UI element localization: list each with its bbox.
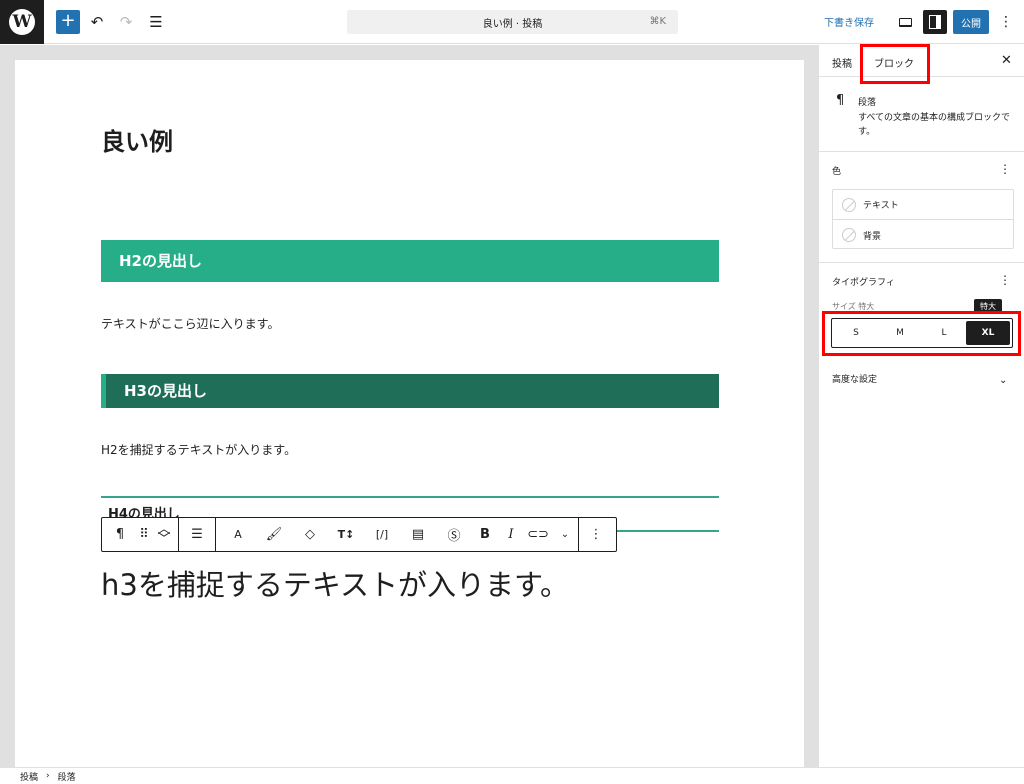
highlight-size-picker: [822, 311, 1021, 356]
highlight-brush-icon[interactable]: 🖌: [256, 518, 292, 551]
more-formats-chevron-icon[interactable]: ⌄: [552, 518, 578, 551]
block-toolbar-group-options: ⋮: [579, 518, 613, 551]
command-palette[interactable]: 良い例 · 投稿 ⌘K: [347, 10, 678, 34]
inline-code-icon[interactable]: [/]: [364, 518, 400, 551]
save-draft-button[interactable]: 下書き保存: [824, 14, 874, 29]
color-text-label: テキスト: [863, 201, 899, 211]
settings-toggle-button[interactable]: [923, 10, 947, 34]
typography-section-title[interactable]: タイポグラフィ: [832, 275, 895, 288]
block-card-description: すべての文章の基本の構成ブロックです。: [858, 113, 1011, 137]
advanced-settings-title[interactable]: 高度な設定: [832, 372, 877, 385]
block-toolbar-group-format: A 🖌 ◇ T↕ [/] ▤ Ⓢ B I ⊂⊃ ⌄: [216, 518, 579, 551]
h4-bottom-border: [617, 530, 719, 532]
color-section-title[interactable]: 色: [832, 164, 841, 177]
heading-h3[interactable]: H3の見出し: [101, 374, 719, 408]
h4-top-border: [101, 496, 719, 498]
breadcrumb-separator: ›: [46, 771, 50, 781]
breadcrumb: 投稿 › 段落: [0, 767, 1024, 784]
sidebar-icon: [929, 15, 941, 29]
color-swatch-icon: [842, 197, 856, 212]
block-toolbar-group-align: ☰: [179, 518, 216, 551]
text-size-icon[interactable]: T↕: [328, 518, 364, 551]
chevron-down-icon[interactable]: ⌄: [999, 375, 1007, 386]
paragraph-icon[interactable]: ¶: [102, 518, 138, 551]
undo-icon[interactable]: ↶: [85, 10, 109, 34]
tag-icon[interactable]: ◇: [292, 518, 328, 551]
move-up-down-icon[interactable]: ︿ ﹀: [150, 518, 178, 551]
drag-handle-icon[interactable]: ⠿: [138, 518, 150, 551]
options-menu-icon[interactable]: ⋮: [996, 10, 1016, 34]
close-icon[interactable]: ✕: [1001, 53, 1012, 68]
italic-icon[interactable]: I: [498, 518, 524, 551]
paragraph-2[interactable]: H2を捕捉するテキストが入ります。: [101, 441, 296, 458]
breadcrumb-post[interactable]: 投稿: [20, 770, 38, 783]
selected-paragraph[interactable]: h3を捕捉するテキストが入ります。: [101, 562, 569, 604]
divider: [819, 151, 1024, 152]
divider: [819, 262, 1024, 263]
color-swatch-icon: [842, 228, 856, 242]
document-icon[interactable]: ▤: [400, 518, 436, 551]
heading-h4[interactable]: H4の見出し: [108, 503, 180, 517]
block-toolbar-group-type: ¶ ⠿ ︿ ﹀: [102, 518, 179, 551]
align-icon[interactable]: ☰: [179, 518, 215, 551]
document-title: 良い例 · 投稿: [482, 18, 543, 30]
block-toolbar: ¶ ⠿ ︿ ﹀ ☰ A 🖌 ◇ T↕ [/] ▤ Ⓢ B I ⊂⊃ ⌄ ⋮: [101, 517, 617, 552]
color-background-label: 背景: [863, 231, 882, 242]
settings-sidebar: 投稿 ブロック ✕ ¶ 段落 すべての文章の基本の構成ブロックです。 色 ⋮ テ…: [818, 45, 1024, 767]
editor-canvas: [15, 60, 804, 767]
publish-button[interactable]: 公開: [953, 10, 989, 34]
wordpress-logo-button[interactable]: W: [0, 0, 44, 44]
color-options-icon[interactable]: ⋮: [999, 162, 1011, 176]
paragraph-block-icon: ¶: [836, 93, 845, 108]
heading-h2[interactable]: H2の見出し: [101, 240, 719, 282]
text-color-icon[interactable]: A: [220, 518, 256, 551]
paragraph-1[interactable]: テキストがここら辺に入ります。: [101, 315, 279, 332]
breadcrumb-paragraph[interactable]: 段落: [58, 770, 76, 783]
command-shortcut: ⌘K: [649, 16, 666, 27]
post-title[interactable]: 良い例: [101, 122, 173, 157]
tab-post[interactable]: 投稿: [832, 55, 852, 70]
highlight-block-tab: [860, 44, 930, 84]
add-block-button[interactable]: +: [56, 10, 80, 34]
shortcode-icon[interactable]: Ⓢ: [436, 518, 472, 551]
link-icon[interactable]: ⊂⊃: [524, 518, 552, 551]
wordpress-icon: W: [9, 9, 35, 35]
redo-icon[interactable]: ↷: [114, 10, 138, 34]
color-text-option[interactable]: テキスト: [833, 190, 1013, 220]
preview-device-icon[interactable]: [896, 13, 914, 31]
top-toolbar: W + ↶ ↷ ☰ 良い例 · 投稿 ⌘K 下書き保存 公開 ⋮: [0, 0, 1024, 44]
typography-options-icon[interactable]: ⋮: [999, 273, 1011, 287]
list-view-icon[interactable]: ☰: [144, 10, 168, 34]
bold-icon[interactable]: B: [472, 518, 498, 551]
block-card-title: 段落: [858, 98, 877, 108]
color-background-option[interactable]: 背景: [833, 220, 1013, 250]
block-options-icon[interactable]: ⋮: [579, 518, 613, 551]
color-panel: テキスト 背景: [832, 189, 1014, 249]
